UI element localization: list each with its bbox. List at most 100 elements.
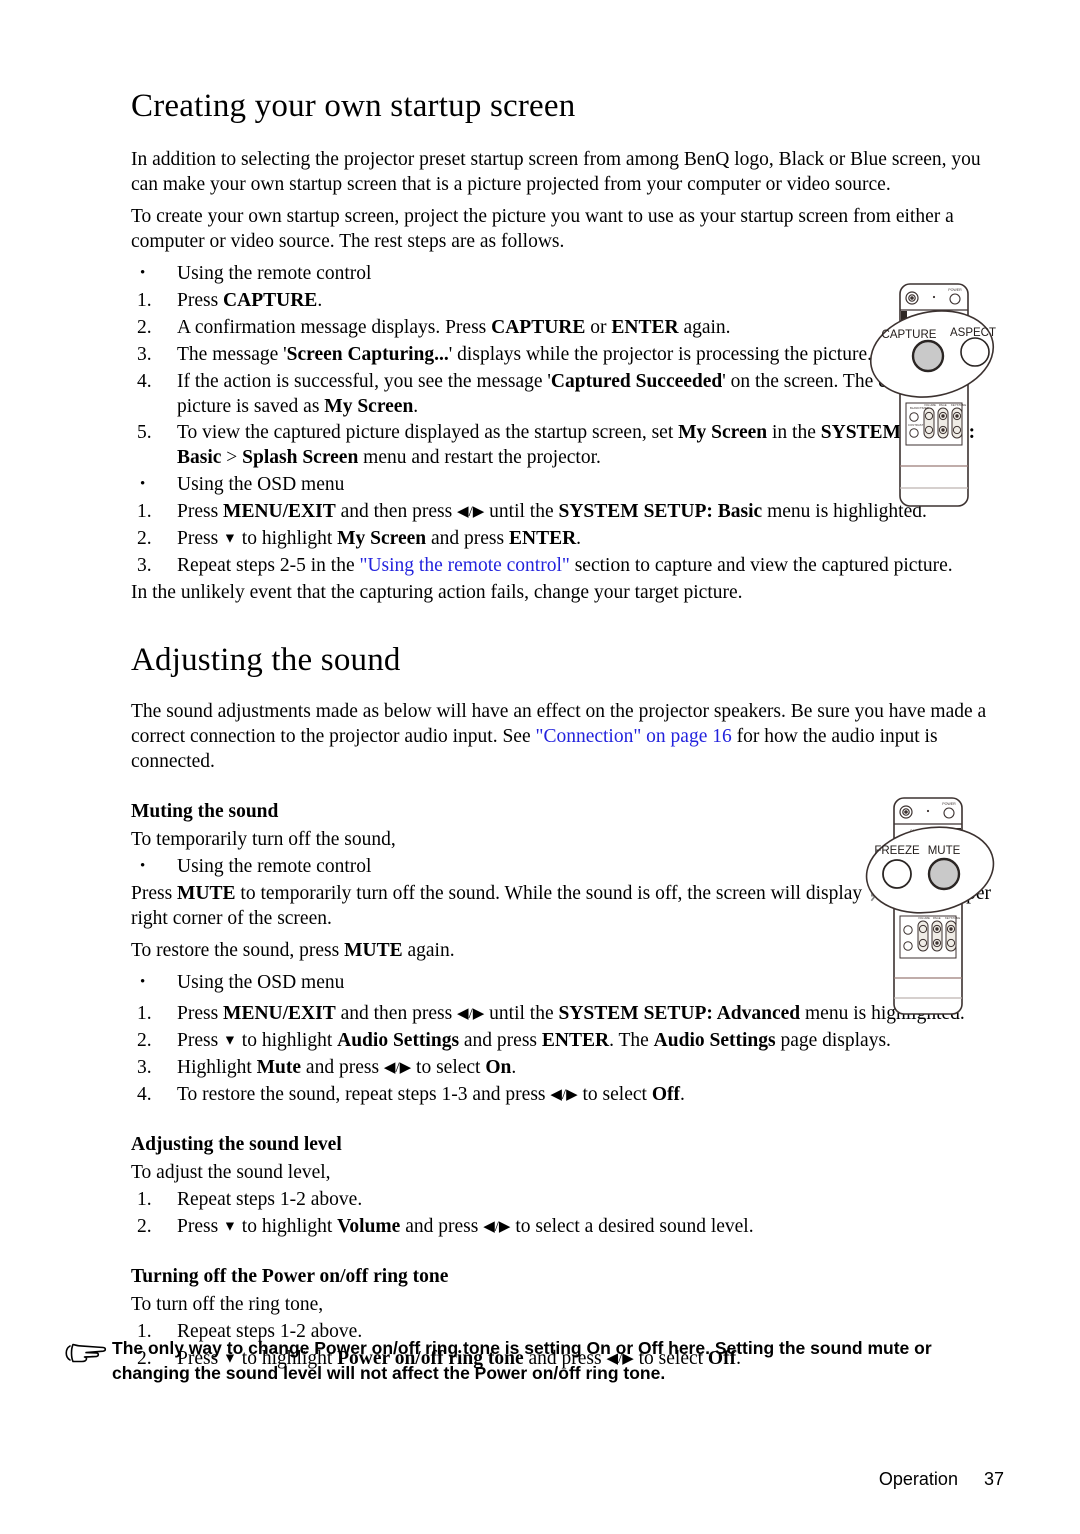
step-number: 1. bbox=[137, 1003, 152, 1024]
text-fragment: until the bbox=[484, 501, 559, 523]
footer-section-label: Operation bbox=[878, 1469, 958, 1489]
callout-label-aspect: ASPECT bbox=[950, 327, 996, 339]
text-fragment: to highlight bbox=[236, 528, 338, 550]
step-number: 3. bbox=[137, 555, 152, 577]
text-fragment: again. bbox=[678, 316, 731, 338]
text-fragment: > bbox=[221, 447, 243, 469]
text-bold: Screen Capturing... bbox=[286, 343, 449, 365]
text-fragment: to temporarily turn off the sound. While… bbox=[235, 883, 868, 905]
step-text: Repeat steps 2-5 in the "Using the remot… bbox=[177, 554, 1003, 579]
text-fragment: . bbox=[413, 395, 419, 417]
text-fragment: and press bbox=[459, 1029, 542, 1051]
step-text: Press ▼ to highlight My Screen and press… bbox=[177, 527, 1003, 552]
bullet-marker: • bbox=[140, 264, 146, 281]
step-text: Press ▼ to highlight Audio Settings and … bbox=[177, 1029, 1003, 1054]
down-arrow-icon: ▼ bbox=[223, 1033, 237, 1049]
document-page: Creating your own startup screen In addi… bbox=[0, 0, 1080, 1534]
step-number: 4. bbox=[137, 370, 152, 392]
svg-text:PAGE: PAGE bbox=[933, 916, 941, 920]
sound-intro-paragraph: The sound adjustments made as below will… bbox=[131, 700, 1003, 775]
left-right-arrow-icon: ◀/▶ bbox=[457, 504, 485, 521]
text-fragment: Highlight bbox=[177, 1056, 257, 1078]
step-number: 3. bbox=[137, 343, 152, 365]
ringtone-lead-text: To turn off the ring tone, bbox=[131, 1294, 324, 1316]
note-text: The only way to change Power on/off ring… bbox=[112, 1338, 932, 1384]
text-fragment: Press bbox=[177, 1216, 224, 1238]
callout-label-freeze: FREEZE bbox=[874, 845, 920, 857]
text-fragment: Press bbox=[177, 1029, 224, 1051]
step-text: To restore the sound, repeat steps 1-3 a… bbox=[177, 1083, 1003, 1108]
callout-label-mute: MUTE bbox=[928, 845, 961, 857]
left-right-arrow-icon: ◀/▶ bbox=[457, 1006, 485, 1022]
remote-control-mute-illustration: POWER CAPTURE ASPECT VOLUME PAGE bbox=[852, 792, 1022, 1020]
startup-intro-paragraph-2: To create your own startup screen, proje… bbox=[131, 205, 954, 252]
list-item: 3. Repeat steps 2-5 in the "Using the re… bbox=[131, 554, 1003, 579]
text-fragment: to select bbox=[411, 1056, 486, 1078]
startup-closing-paragraph: In the unlikely event that the capturing… bbox=[131, 582, 743, 604]
text-bold: ENTER bbox=[541, 1029, 610, 1051]
svg-text:POWER: POWER bbox=[942, 802, 956, 806]
text-fragment: Press bbox=[177, 1003, 224, 1024]
text-fragment: To restore the sound, repeat steps 1-3 a… bbox=[177, 1083, 551, 1105]
svg-text:CONTRAST: CONTRAST bbox=[908, 423, 924, 427]
text-fragment: and press bbox=[301, 1056, 384, 1078]
text-bold: ENTER bbox=[508, 528, 577, 550]
page-title: Creating your own startup screen bbox=[131, 88, 576, 124]
text-fragment: in the bbox=[767, 422, 821, 444]
link-using-the-remote-control[interactable]: "Using the remote control" bbox=[360, 555, 570, 576]
text-bold: Volume bbox=[337, 1216, 401, 1238]
text-fragment: . The bbox=[609, 1029, 654, 1051]
step-number: 3. bbox=[137, 1056, 152, 1078]
list-item: 2. Press ▼ to highlight Volume and press… bbox=[131, 1215, 1003, 1240]
text-fragment: again. bbox=[402, 940, 455, 962]
text-fragment: . bbox=[511, 1056, 517, 1078]
callout-capture-button bbox=[911, 339, 945, 373]
step-number: 5. bbox=[137, 422, 152, 444]
step-text: Press ▼ to highlight Volume and press ◀/… bbox=[177, 1215, 1003, 1240]
text-bold: Audio Settings bbox=[653, 1029, 776, 1051]
down-arrow-icon: ▼ bbox=[223, 1219, 237, 1235]
text-fragment: to select bbox=[577, 1083, 652, 1105]
svg-text:PAGE: PAGE bbox=[939, 403, 947, 407]
text-bold: My Screen bbox=[324, 395, 414, 417]
pointing-hand-icon bbox=[62, 1340, 108, 1366]
step-number: 1. bbox=[137, 501, 152, 523]
text-fragment: to highlight bbox=[236, 1029, 338, 1051]
remote-control-capture-illustration: POWER CAPTURE ASPECT MENU bbox=[862, 276, 1022, 514]
text-fragment: until the bbox=[484, 1003, 559, 1024]
text-fragment: The message ' bbox=[177, 343, 287, 365]
callout-mute-button bbox=[927, 857, 961, 891]
list-item: 4. To restore the sound, repeat steps 1-… bbox=[131, 1083, 1003, 1108]
left-right-arrow-icon: ◀/▶ bbox=[483, 1219, 511, 1236]
text-fragment: A confirmation message displays. Press bbox=[177, 316, 492, 338]
text-bold: On bbox=[485, 1056, 512, 1078]
text-bold: MUTE bbox=[177, 883, 236, 905]
section-title-adjusting-the-sound: Adjusting the sound bbox=[131, 642, 401, 679]
text-bold: Mute bbox=[256, 1056, 302, 1078]
page-footer: Operation 37 bbox=[879, 1469, 1004, 1490]
text-bold: MENU/EXIT bbox=[223, 501, 336, 523]
svg-text:POWER: POWER bbox=[948, 288, 962, 292]
text-bold: Off bbox=[651, 1083, 680, 1105]
callout-freeze-button bbox=[882, 859, 912, 889]
footer-page-number: 37 bbox=[983, 1469, 1004, 1489]
text-bold: My Screen bbox=[678, 422, 768, 444]
text-bold: SYSTEM SETUP: Basic bbox=[558, 501, 763, 523]
text-fragment: and then press bbox=[335, 501, 458, 523]
step-number: 2. bbox=[137, 1029, 152, 1051]
link-connection-page-16[interactable]: "Connection" on page 16 bbox=[535, 726, 731, 747]
text-fragment: Repeat steps 2-5 in the bbox=[177, 555, 360, 577]
left-right-arrow-icon: ◀/▶ bbox=[383, 1059, 412, 1076]
list-item: 3. Highlight Mute and press ◀/▶ to selec… bbox=[131, 1056, 1003, 1081]
sound-level-lead-text: To adjust the sound level, bbox=[131, 1162, 331, 1184]
text-bold: Captured Succeeded bbox=[550, 370, 723, 392]
step-number: 2. bbox=[137, 316, 152, 338]
text-fragment: or bbox=[585, 316, 612, 338]
list-item: 1. Repeat steps 1-2 above. bbox=[131, 1188, 1003, 1213]
callout-aspect-button bbox=[960, 337, 990, 367]
list-item: 2. Press ▼ to highlight My Screen and pr… bbox=[131, 527, 1003, 552]
text-bold: SYSTEM SETUP: Advanced bbox=[558, 1003, 801, 1024]
step-text: Highlight Mute and press ◀/▶ to select O… bbox=[177, 1056, 1003, 1081]
text-bold: MENU/EXIT bbox=[223, 1003, 336, 1024]
text-bold: My Screen bbox=[337, 528, 427, 550]
